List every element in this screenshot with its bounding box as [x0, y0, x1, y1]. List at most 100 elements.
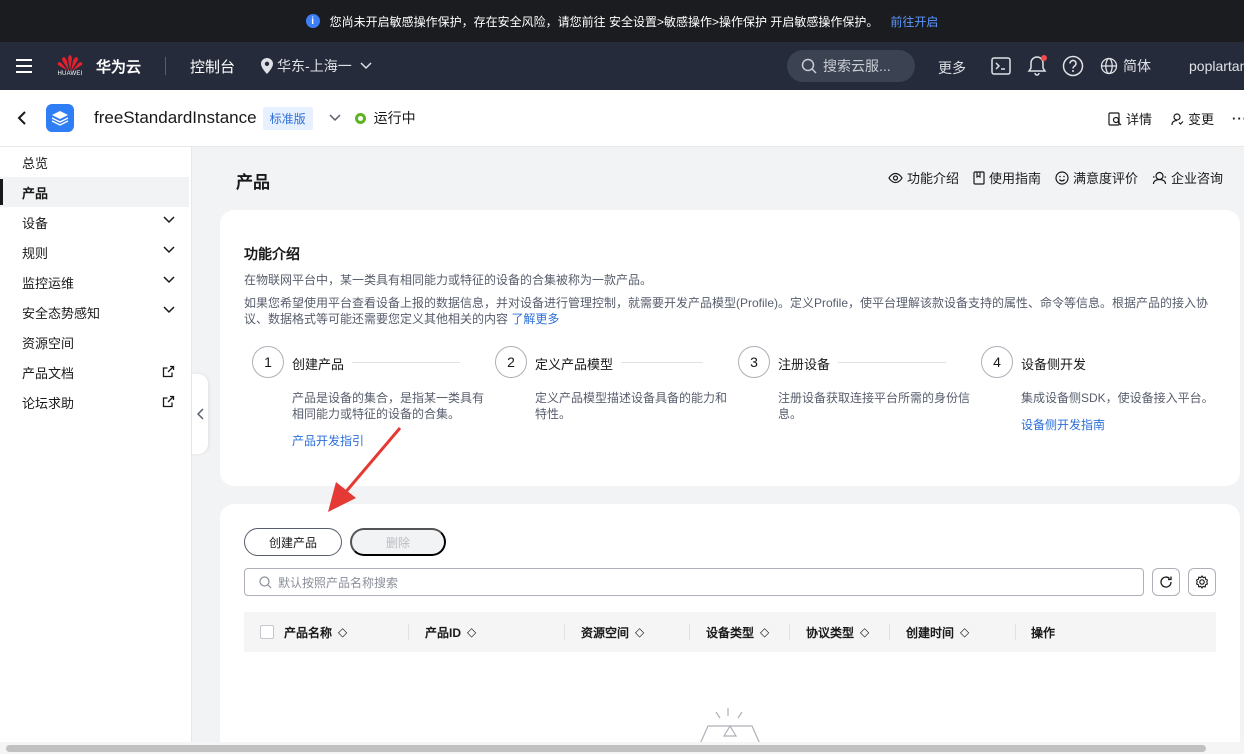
page-title: 产品: [236, 173, 270, 192]
status-dot-icon: [354, 112, 366, 124]
back-arrow-icon[interactable]: [14, 110, 30, 126]
info-icon: i: [305, 14, 320, 28]
region-selector[interactable]: 华东-上海一: [261, 56, 372, 76]
learn-more-link[interactable]: 了解更多: [511, 312, 559, 326]
product-search-placeholder: 默认按照产品名称搜索: [278, 575, 399, 590]
product-list-card: 创建产品 删除 默认按照产品名称搜索 产品名称 ◇ 产品ID ◇ 资源空间 ◇ 设备类…: [220, 504, 1240, 754]
select-all-checkbox[interactable]: [260, 625, 274, 639]
sidebar-item-label: 产品文档: [22, 365, 75, 381]
sidebar-item-label: 论坛求助: [22, 395, 75, 411]
step-description: 定义产品模型描述设备具备的能力和特性。: [535, 391, 728, 421]
satisfaction-label: 满意度评价: [1073, 171, 1139, 186]
search-icon: [801, 58, 817, 74]
column-label: 资源空间: [581, 625, 630, 640]
gear-icon: [1195, 575, 1209, 589]
banner-enable-link[interactable]: 前往开启: [890, 13, 938, 30]
column-label: 操作: [1031, 625, 1056, 640]
step-description: 产品是设备的集合，是指某一类具有相同能力或特征的设备的合集。: [292, 391, 485, 421]
instance-name: freeStandardInstance: [94, 108, 257, 127]
sidebar-item-rules[interactable]: 规则: [0, 237, 191, 267]
column-divider: [564, 624, 565, 640]
external-link-icon: [162, 365, 175, 378]
sidebar-item-security[interactable]: 安全态势感知: [0, 297, 191, 327]
refresh-icon: [1160, 576, 1172, 588]
sidebar-collapse-toggle[interactable]: [192, 374, 208, 454]
change-label: 变更: [1187, 112, 1214, 127]
details-icon: [1108, 111, 1122, 126]
global-search[interactable]: 搜索云服...: [787, 50, 915, 82]
step-number: 3: [738, 346, 770, 378]
delete-button[interactable]: 删除: [350, 528, 446, 556]
intro-title: 功能介绍: [244, 246, 300, 262]
console-link[interactable]: 控制台: [190, 56, 235, 77]
step-title: 创建产品: [292, 354, 353, 373]
details-label: 详情: [1125, 112, 1152, 127]
column-product-id[interactable]: 产品ID ◇: [425, 612, 476, 652]
huawei-logo[interactable]: HUAWEI 华为云: [56, 55, 141, 77]
step-number: 2: [495, 346, 527, 378]
language-selector[interactable]: 简体: [1100, 56, 1151, 76]
step-number: 1: [252, 346, 284, 378]
help-icon[interactable]: [1061, 54, 1085, 78]
scrollbar-thumb[interactable]: [6, 745, 1206, 752]
more-actions-icon[interactable]: ···: [1232, 111, 1244, 126]
menu-icon[interactable]: [0, 59, 48, 73]
annotation-arrow-icon: [328, 427, 402, 512]
column-label: 产品ID: [425, 625, 462, 640]
sidebar-item-product-docs[interactable]: 产品文档: [0, 357, 191, 387]
bell-icon[interactable]: [1025, 54, 1049, 78]
enterprise-consult-link[interactable]: 企业咨询: [1152, 168, 1223, 187]
satisfaction-link[interactable]: 满意度评价: [1055, 168, 1138, 187]
user-menu[interactable]: poplartan: [1189, 58, 1244, 74]
column-resource-space[interactable]: 资源空间 ◇: [581, 612, 644, 652]
device-dev-guide-link[interactable]: 设备侧开发指南: [1021, 416, 1105, 433]
cloud-shell-icon[interactable]: [989, 54, 1013, 78]
sidebar-item-resource-space[interactable]: 资源空间: [0, 327, 191, 357]
chevron-left-icon: [196, 408, 204, 420]
details-button[interactable]: 详情: [1108, 109, 1152, 128]
intro-paragraph-2: 如果您希望使用平台查看设备上报的数据信息，并对设备进行管理控制，就需要开发产品模…: [244, 295, 1214, 327]
settings-button[interactable]: [1188, 568, 1216, 596]
sidebar-item-label: 产品: [22, 185, 49, 201]
smile-icon: [1055, 170, 1069, 185]
chevron-down-icon: [163, 216, 175, 224]
sidebar-item-label: 监控运维: [22, 275, 75, 291]
step-description: 注册设备获取连接平台所需的身份信息。: [778, 391, 971, 421]
column-device-type[interactable]: 设备类型 ◇: [706, 612, 769, 652]
chevron-down-icon: [163, 246, 175, 254]
sidebar-item-label: 设备: [22, 215, 49, 231]
step-title: 定义产品模型: [535, 354, 622, 373]
column-label: 协议类型: [806, 625, 855, 640]
sidebar-item-products[interactable]: 产品: [0, 177, 189, 207]
sidebar-item-devices[interactable]: 设备: [0, 207, 191, 237]
sidebar-item-overview[interactable]: 总览: [0, 147, 191, 177]
top-nav: HUAWEI 华为云 控制台 华东-上海一 搜索云服... 更多 简体 popl…: [0, 42, 1244, 90]
horizontal-scrollbar[interactable]: [0, 742, 1244, 754]
banner-text: 您尚未开启敏感操作保护，存在安全风险，请您前往 安全设置>敏感操作>操作保护 开…: [329, 14, 879, 29]
column-protocol-type[interactable]: 协议类型 ◇: [806, 612, 869, 652]
column-product-name[interactable]: 产品名称 ◇: [284, 612, 347, 652]
sidebar: 总览 产品 设备 规则 监控运维 安全态势感知 资源空间 产品文档 论坛求助: [0, 147, 192, 754]
column-created-time[interactable]: 创建时间 ◇: [906, 612, 969, 652]
chevron-down-icon: [360, 62, 372, 70]
sidebar-item-label: 安全态势感知: [22, 305, 101, 321]
refresh-button[interactable]: [1152, 568, 1180, 596]
change-icon: [1171, 112, 1184, 125]
user-guide-label: 使用指南: [989, 171, 1042, 186]
sidebar-item-forum[interactable]: 论坛求助: [0, 387, 191, 417]
create-product-button[interactable]: 创建产品: [244, 528, 342, 556]
user-guide-link[interactable]: 使用指南: [973, 168, 1041, 187]
instance-switch-chevron-icon[interactable]: [329, 114, 341, 122]
sort-icon: ◇: [760, 625, 770, 639]
logo-text: HUAWEI: [57, 71, 83, 77]
more-menu[interactable]: 更多: [938, 58, 966, 78]
column-divider: [408, 624, 409, 640]
sidebar-item-monitoring[interactable]: 监控运维: [0, 267, 191, 297]
step-number: 4: [981, 346, 1013, 378]
change-button[interactable]: 变更: [1170, 109, 1214, 128]
location-pin-icon: [261, 58, 274, 74]
eye-icon: [888, 172, 903, 183]
product-search-input[interactable]: 默认按照产品名称搜索: [244, 568, 1144, 596]
feature-intro-link[interactable]: 功能介绍: [888, 168, 959, 187]
region-label: 华东-上海一: [277, 58, 352, 74]
